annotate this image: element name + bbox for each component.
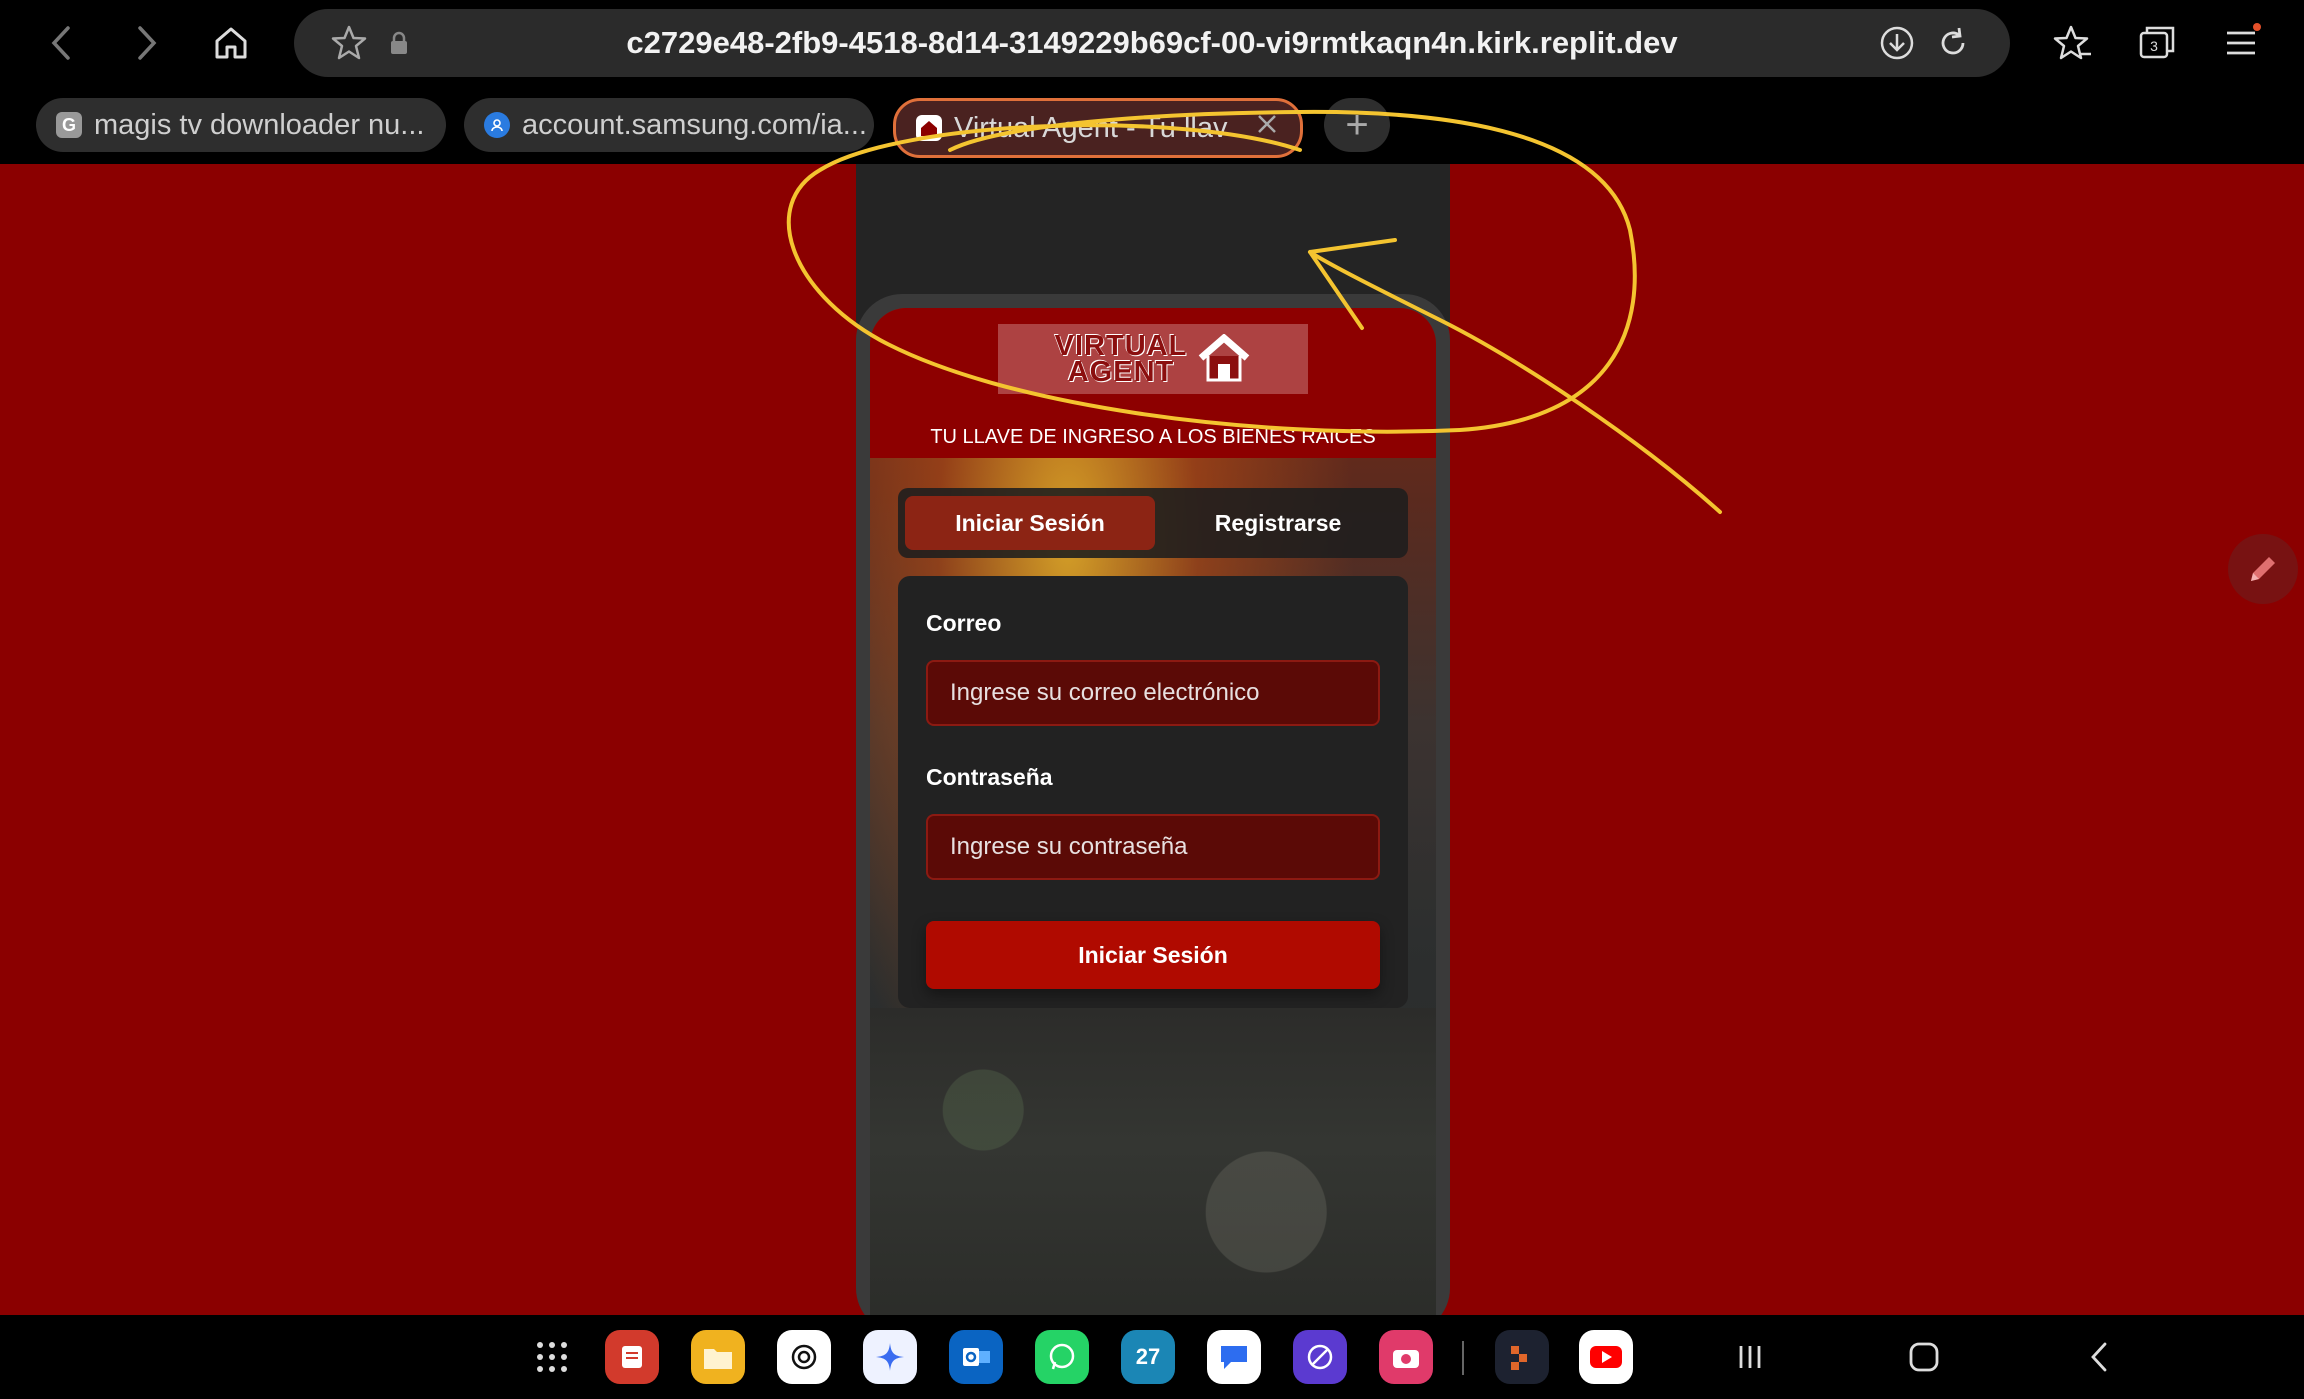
outlook-app-icon[interactable] [949,1330,1003,1384]
tab-label: magis tv downloader nu... [94,108,425,141]
logo-line2: AGENT [1067,356,1175,388]
new-tab-button[interactable]: + [1324,98,1390,152]
city-background-image [870,1008,1436,1315]
tagline: TU LLAVE DE INGRESO A LOS BIENES RAICES [930,426,1376,448]
notes-app-icon[interactable] [605,1330,659,1384]
app-header: VIRTUAL AGENT TU LLAVE DE INGRESO A LOS … [870,308,1436,458]
browser-toolbar: c2729e48-2fb9-4518-8d14-3149229b69cf-00-… [0,0,2304,88]
app-screen: VIRTUAL AGENT TU LLAVE DE INGRESO A LOS … [870,308,1436,1315]
calendar-day: 27 [1135,1344,1161,1369]
recent-app-icon[interactable] [1495,1330,1549,1384]
tab-label: account.samsung.com/ia... [522,108,867,141]
logo: VIRTUAL AGENT [998,324,1308,394]
tab-label: Virtual Agent - Tu llav [954,111,1228,144]
email-label: Correo [926,610,1002,636]
tab-register[interactable]: Registrarse [1155,496,1401,550]
reload-icon[interactable] [1928,18,1978,68]
google-favicon-icon: G [56,112,82,138]
camera-app-icon[interactable] [1379,1330,1433,1384]
plus-icon: + [1345,102,1369,147]
tab-virtual-agent[interactable]: Virtual Agent - Tu llav [893,98,1303,158]
tabs-manager-icon[interactable]: 3 [2132,18,2182,68]
house-logo-icon [1199,334,1250,382]
email-field[interactable]: Ingrese su correo electrónico [926,660,1380,726]
password-field[interactable]: Ingrese su contraseña [926,814,1380,880]
tab-strip: G magis tv downloader nu... account.sams… [0,88,2304,164]
login-form: Correo Ingrese su correo electrónico Con… [898,576,1408,1008]
whatsapp-app-icon[interactable] [1035,1330,1089,1384]
address-bar[interactable]: c2729e48-2fb9-4518-8d14-3149229b69cf-00-… [294,9,2010,77]
gemini-app-icon[interactable] [863,1330,917,1384]
chatgpt-app-icon[interactable] [777,1330,831,1384]
url-text[interactable]: c2729e48-2fb9-4518-8d14-3149229b69cf-00-… [294,9,2010,77]
tab-login[interactable]: Iniciar Sesión [905,496,1155,550]
download-icon[interactable] [1872,18,1922,68]
password-label: Contraseña [926,764,1053,790]
menu-icon[interactable] [2216,18,2266,68]
edit-pencil-icon[interactable] [2228,534,2298,604]
login-submit-button[interactable]: Iniciar Sesión [926,921,1380,989]
home-nav-icon[interactable] [1896,1329,1952,1385]
system-taskbar: 27 [0,1315,2304,1399]
forward-icon[interactable] [122,18,172,68]
back-nav-icon[interactable] [2072,1329,2128,1385]
browser-app-icon[interactable] [1293,1330,1347,1384]
samsung-account-icon [484,112,510,138]
calendar-app-icon[interactable]: 27 [1121,1330,1175,1384]
messages-app-icon[interactable] [1207,1330,1261,1384]
bookmarks-icon[interactable] [2048,18,2098,68]
tab-samsung-account[interactable]: account.samsung.com/ia... [464,98,874,152]
auth-tab-toggle: Iniciar Sesión Registrarse [898,488,1408,558]
app-drawer-icon[interactable] [524,1329,580,1385]
tab-magis[interactable]: G magis tv downloader nu... [36,98,446,152]
web-page: VIRTUAL AGENT TU LLAVE DE INGRESO A LOS … [0,164,2304,1315]
recents-nav-icon[interactable] [1722,1329,1778,1385]
home-icon[interactable] [206,18,256,68]
files-app-icon[interactable] [691,1330,745,1384]
device-frame: VIRTUAL AGENT TU LLAVE DE INGRESO A LOS … [856,294,1450,1315]
house-icon [916,115,942,141]
back-icon[interactable] [36,18,86,68]
tab-count: 3 [2150,38,2158,54]
youtube-app-icon[interactable] [1579,1330,1633,1384]
close-tab-icon[interactable] [1252,109,1282,147]
taskbar-divider [1462,1341,1464,1375]
